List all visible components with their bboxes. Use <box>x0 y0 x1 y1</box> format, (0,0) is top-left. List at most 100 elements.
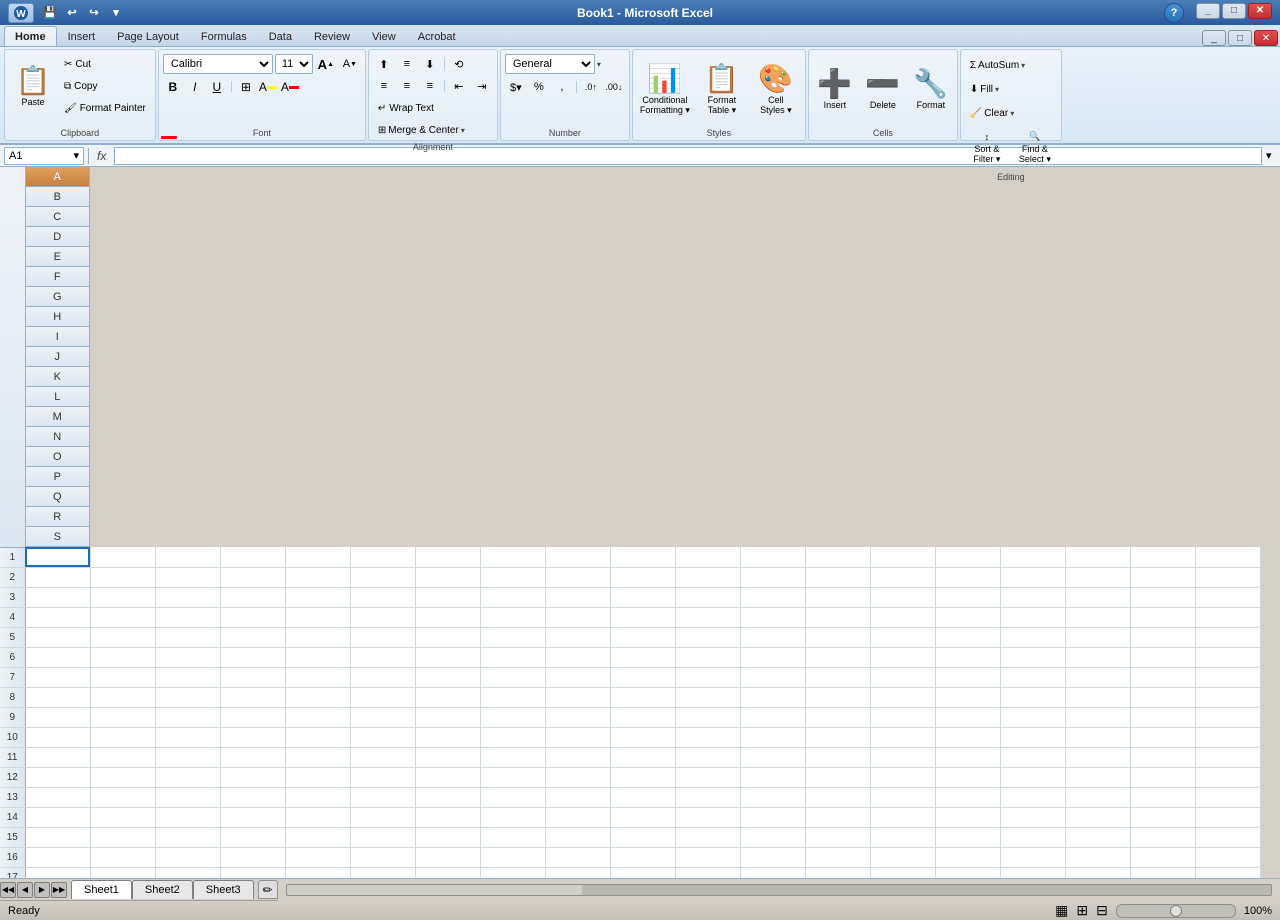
font-grow-button[interactable]: A▲ <box>315 54 337 74</box>
cell-D15[interactable] <box>220 827 285 847</box>
cell-H7[interactable] <box>480 667 545 687</box>
cell-K6[interactable] <box>675 647 740 667</box>
cell-S16[interactable] <box>1195 847 1260 867</box>
cell-M12[interactable] <box>805 767 870 787</box>
cell-C10[interactable] <box>155 727 220 747</box>
cut-button[interactable]: ✂ Cut <box>59 54 151 74</box>
cell-K2[interactable] <box>675 567 740 587</box>
cell-G2[interactable] <box>415 567 480 587</box>
cell-H13[interactable] <box>480 787 545 807</box>
cell-S9[interactable] <box>1195 707 1260 727</box>
cell-J15[interactable] <box>610 827 675 847</box>
cell-S3[interactable] <box>1195 587 1260 607</box>
cell-R6[interactable] <box>1130 647 1195 667</box>
cell-N15[interactable] <box>870 827 935 847</box>
cell-D13[interactable] <box>220 787 285 807</box>
sheet-tab-1[interactable]: Sheet1 <box>71 880 132 899</box>
cell-S2[interactable] <box>1195 567 1260 587</box>
cell-P13[interactable] <box>1000 787 1065 807</box>
cell-S10[interactable] <box>1195 727 1260 747</box>
cell-P15[interactable] <box>1000 827 1065 847</box>
cell-Q8[interactable] <box>1065 687 1130 707</box>
underline-button[interactable]: U <box>207 77 227 96</box>
cell-J8[interactable] <box>610 687 675 707</box>
cell-A4[interactable] <box>25 607 90 627</box>
tab-insert[interactable]: Insert <box>57 26 107 46</box>
cell-J6[interactable] <box>610 647 675 667</box>
cell-S11[interactable] <box>1195 747 1260 767</box>
cell-M14[interactable] <box>805 807 870 827</box>
cell-H6[interactable] <box>480 647 545 667</box>
wrap-text-button[interactable]: ↵ Wrap Text <box>373 98 439 118</box>
clear-arrow[interactable]: ▾ <box>1010 109 1014 118</box>
cell-I8[interactable] <box>545 687 610 707</box>
cell-I1[interactable] <box>545 547 610 567</box>
cell-E15[interactable] <box>285 827 350 847</box>
row-number-1[interactable]: 1 <box>0 547 25 567</box>
cell-L10[interactable] <box>740 727 805 747</box>
merge-dropdown[interactable]: ▾ <box>461 126 465 135</box>
redo-button[interactable]: ↪ <box>84 4 104 22</box>
cell-E8[interactable] <box>285 687 350 707</box>
cell-E10[interactable] <box>285 727 350 747</box>
cell-B7[interactable] <box>90 667 155 687</box>
cell-A14[interactable] <box>25 807 90 827</box>
sheet-prev-button[interactable]: ◀ <box>17 882 33 898</box>
cell-J16[interactable] <box>610 847 675 867</box>
maximize-button[interactable]: □ <box>1222 3 1246 19</box>
cell-J13[interactable] <box>610 787 675 807</box>
cell-R5[interactable] <box>1130 627 1195 647</box>
italic-button[interactable]: I <box>185 77 205 96</box>
row-number-13[interactable]: 13 <box>0 787 25 807</box>
cell-S7[interactable] <box>1195 667 1260 687</box>
cell-J11[interactable] <box>610 747 675 767</box>
cell-M13[interactable] <box>805 787 870 807</box>
cell-E17[interactable] <box>285 867 350 878</box>
cell-E6[interactable] <box>285 647 350 667</box>
cell-N13[interactable] <box>870 787 935 807</box>
cell-I14[interactable] <box>545 807 610 827</box>
cell-G16[interactable] <box>415 847 480 867</box>
cell-P10[interactable] <box>1000 727 1065 747</box>
cell-D6[interactable] <box>220 647 285 667</box>
cell-M3[interactable] <box>805 587 870 607</box>
format-painter-button[interactable]: 🖌 Format Painter <box>59 98 151 118</box>
row-number-11[interactable]: 11 <box>0 747 25 767</box>
cell-K13[interactable] <box>675 787 740 807</box>
cell-C15[interactable] <box>155 827 220 847</box>
cell-H4[interactable] <box>480 607 545 627</box>
cell-G14[interactable] <box>415 807 480 827</box>
font-face-select[interactable]: Calibri <box>163 54 273 74</box>
cell-K15[interactable] <box>675 827 740 847</box>
cell-H12[interactable] <box>480 767 545 787</box>
col-header-H[interactable]: H <box>26 307 91 327</box>
cell-J10[interactable] <box>610 727 675 747</box>
cell-A6[interactable] <box>25 647 90 667</box>
comma-button[interactable]: , <box>551 77 573 97</box>
cell-O15[interactable] <box>935 827 1000 847</box>
cell-N16[interactable] <box>870 847 935 867</box>
cell-C5[interactable] <box>155 627 220 647</box>
cell-R8[interactable] <box>1130 687 1195 707</box>
cell-K14[interactable] <box>675 807 740 827</box>
cell-M17[interactable] <box>805 867 870 878</box>
cell-H10[interactable] <box>480 727 545 747</box>
cell-D10[interactable] <box>220 727 285 747</box>
cell-B4[interactable] <box>90 607 155 627</box>
cell-C14[interactable] <box>155 807 220 827</box>
horizontal-scrollbar[interactable] <box>286 884 1272 896</box>
cell-B3[interactable] <box>90 587 155 607</box>
cell-N17[interactable] <box>870 867 935 878</box>
cell-C3[interactable] <box>155 587 220 607</box>
find-select-button[interactable]: 🔍 Find &Select ▾ <box>1013 126 1057 170</box>
cell-O16[interactable] <box>935 847 1000 867</box>
cell-A8[interactable] <box>25 687 90 707</box>
cell-A17[interactable] <box>25 867 90 878</box>
cell-L16[interactable] <box>740 847 805 867</box>
align-left-button[interactable]: ≡ <box>373 76 395 96</box>
cell-P2[interactable] <box>1000 567 1065 587</box>
cell-C12[interactable] <box>155 767 220 787</box>
cell-F14[interactable] <box>350 807 415 827</box>
cell-M7[interactable] <box>805 667 870 687</box>
col-header-O[interactable]: O <box>26 447 91 467</box>
